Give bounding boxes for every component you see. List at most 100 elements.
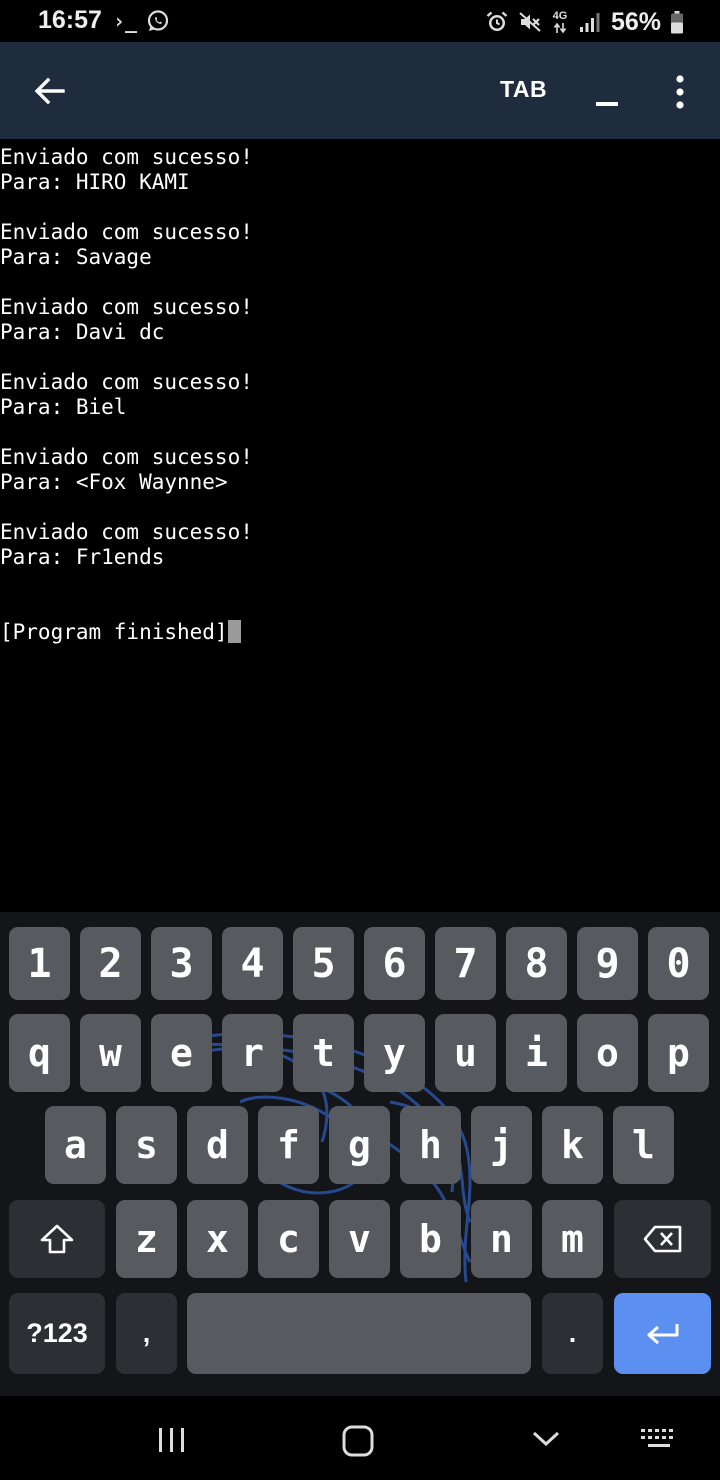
terminal-line-text: Para: Savage <box>0 245 152 269</box>
key-y[interactable]: y <box>364 1014 425 1092</box>
terminal-line: Para: HIRO KAMI <box>0 170 190 195</box>
navigation-bar <box>0 1396 720 1480</box>
recent-apps-icon[interactable] <box>157 1426 187 1454</box>
key-f[interactable]: f <box>258 1106 319 1184</box>
terminal-line: Enviado com sucesso! <box>0 145 253 170</box>
terminal-line-text: Enviado com sucesso! <box>0 370 253 394</box>
key-label: , <box>142 1318 151 1348</box>
period-key[interactable]: . <box>542 1293 603 1374</box>
terminal-line-text: Enviado com sucesso! <box>0 220 253 244</box>
key-s[interactable]: s <box>116 1106 177 1184</box>
key-g[interactable]: g <box>329 1106 390 1184</box>
key-6[interactable]: 6 <box>364 927 425 1000</box>
key-9[interactable]: 9 <box>577 927 638 1000</box>
terminal-line: Enviado com sucesso! <box>0 520 253 545</box>
key-a[interactable]: a <box>45 1106 106 1184</box>
key-t[interactable]: t <box>293 1014 354 1092</box>
key-2[interactable]: 2 <box>80 927 141 1000</box>
symbols-key[interactable]: ?123 <box>9 1293 105 1374</box>
key-label: h <box>419 1123 442 1167</box>
key-7[interactable]: 7 <box>435 927 496 1000</box>
key-o[interactable]: o <box>577 1014 638 1092</box>
key-x[interactable]: x <box>187 1200 248 1278</box>
key-label: d <box>206 1123 229 1167</box>
arrow-left-icon[interactable] <box>30 72 68 110</box>
terminal-line-text: Para: Fr1ends <box>0 545 165 569</box>
key-0[interactable]: 0 <box>648 927 709 1000</box>
key-w[interactable]: w <box>80 1014 141 1092</box>
key-c[interactable]: c <box>258 1200 319 1278</box>
key-label: 5 <box>311 940 336 987</box>
key-label: c <box>277 1217 300 1261</box>
key-label: a <box>64 1123 87 1167</box>
terminal-output[interactable]: Enviado com sucesso! Para: HIRO KAMI Envia… <box>0 144 720 912</box>
key-label: w <box>99 1031 122 1075</box>
underscore-icon[interactable] <box>596 102 618 106</box>
key-label: j <box>490 1123 513 1167</box>
status-bar: 16:57 ›_ 4G 56% <box>0 0 720 42</box>
key-label: y <box>383 1031 406 1075</box>
key-1[interactable]: 1 <box>9 927 70 1000</box>
space-key[interactable] <box>187 1293 531 1374</box>
comma-key[interactable]: , <box>116 1293 177 1374</box>
enter-key[interactable] <box>614 1293 711 1374</box>
enter-icon <box>647 1323 678 1344</box>
shift-icon <box>40 1224 74 1254</box>
key-label: 8 <box>524 940 549 987</box>
backspace-key[interactable] <box>614 1200 711 1278</box>
terminal-line: Enviado com sucesso! <box>0 370 253 395</box>
key-b[interactable]: b <box>400 1200 461 1278</box>
key-m[interactable]: m <box>542 1200 603 1278</box>
data-arrows-icon <box>553 22 567 33</box>
key-d[interactable]: d <box>187 1106 248 1184</box>
key-r[interactable]: r <box>222 1014 283 1092</box>
key-label: i <box>525 1031 548 1075</box>
key-p[interactable]: p <box>648 1014 709 1092</box>
key-u[interactable]: u <box>435 1014 496 1092</box>
key-k[interactable]: k <box>542 1106 603 1184</box>
key-e[interactable]: e <box>151 1014 212 1092</box>
key-3[interactable]: 3 <box>151 927 212 1000</box>
key-label: q <box>28 1031 51 1075</box>
terminal-line-text: Enviado com sucesso! <box>0 145 253 169</box>
key-j[interactable]: j <box>471 1106 532 1184</box>
key-v[interactable]: v <box>329 1200 390 1278</box>
key-l[interactable]: l <box>613 1106 674 1184</box>
terminal-line: Enviado com sucesso! <box>0 445 253 470</box>
terminal-line-text: Para: Biel <box>0 395 127 419</box>
key-label: 3 <box>169 940 194 987</box>
key-h[interactable]: h <box>400 1106 461 1184</box>
whatsapp-icon <box>147 10 169 31</box>
key-label: 7 <box>453 940 478 987</box>
terminal-line: Enviado com sucesso! <box>0 295 253 320</box>
key-n[interactable]: n <box>471 1200 532 1278</box>
terminal-line: Para: Biel <box>0 395 126 420</box>
app-toolbar: TAB <box>0 42 720 139</box>
more-vertical-icon[interactable] <box>670 72 690 112</box>
key-label: k <box>561 1123 584 1167</box>
key-q[interactable]: q <box>9 1014 70 1092</box>
terminal-line-text: Para: HIRO KAMI <box>0 170 190 194</box>
alarm-icon <box>486 11 508 31</box>
shift-key[interactable] <box>9 1200 105 1278</box>
key-label: x <box>206 1217 229 1261</box>
key-4[interactable]: 4 <box>222 927 283 1000</box>
back-chevron-icon[interactable] <box>531 1429 561 1449</box>
keyboard-switch-icon[interactable] <box>640 1428 678 1450</box>
key-label: b <box>419 1217 442 1261</box>
keyboard: 1 2 3 4 5 6 7 8 9 0 q w e r t y u i o p a s d f g h j k l z x c v b n m ?123… <box>0 912 720 1396</box>
key-label: 9 <box>595 940 620 987</box>
battery-icon <box>671 11 683 34</box>
tab-button[interactable]: TAB <box>500 76 547 103</box>
key-z[interactable]: z <box>116 1200 177 1278</box>
key-label: o <box>596 1031 619 1075</box>
key-label: n <box>490 1217 513 1261</box>
home-icon[interactable] <box>341 1424 375 1458</box>
key-label: r <box>241 1031 264 1075</box>
key-label: v <box>348 1217 371 1261</box>
key-i[interactable]: i <box>506 1014 567 1092</box>
key-8[interactable]: 8 <box>506 927 567 1000</box>
key-5[interactable]: 5 <box>293 927 354 1000</box>
signal-icon <box>579 13 600 32</box>
key-label: 6 <box>382 940 407 987</box>
